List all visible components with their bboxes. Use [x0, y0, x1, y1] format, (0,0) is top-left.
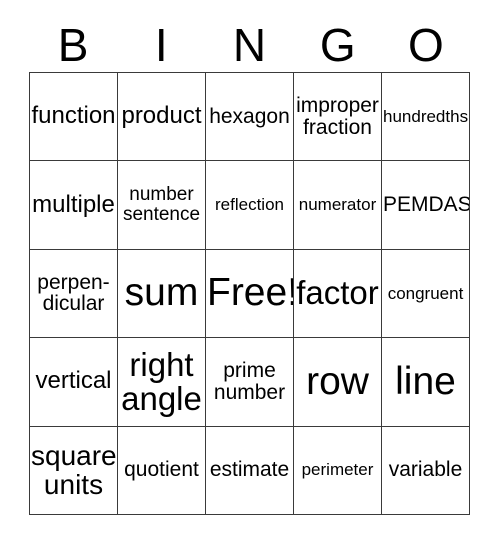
- bingo-cell-label: perimeter: [301, 460, 374, 480]
- bingo-cell[interactable]: multiple: [30, 161, 118, 250]
- bingo-cell[interactable]: factor: [294, 249, 382, 339]
- bingo-cell[interactable]: congruent: [382, 249, 470, 339]
- bingo-cell[interactable]: function: [30, 73, 118, 162]
- bingo-cell[interactable]: PEMDAS: [382, 161, 470, 250]
- bingo-card: B I NGO function product hexagon improper fra…: [0, 0, 500, 544]
- bingo-cell[interactable]: numerator: [294, 161, 382, 250]
- bingo-grid: function product hexagon improper fraction h…: [29, 72, 470, 515]
- bingo-header-letter-i: I: [154, 19, 168, 71]
- bingo-cell-label: vertical: [35, 367, 112, 395]
- bingo-cell[interactable]: improper fraction: [294, 73, 382, 162]
- bingo-cell[interactable]: number sentence: [118, 161, 206, 250]
- bingo-header: B I NGO: [29, 8, 470, 72]
- bingo-header-letter-g: G: [319, 19, 356, 71]
- bingo-cell-label: row: [306, 359, 369, 403]
- bingo-cell[interactable]: row: [294, 338, 382, 427]
- bingo-cell[interactable]: right angle: [118, 338, 206, 427]
- bingo-cell[interactable]: square units: [30, 426, 118, 515]
- bingo-header-letter-b: B: [57, 19, 89, 71]
- bingo-cell[interactable]: prime number: [206, 338, 294, 427]
- bingo-cell-label: function: [31, 102, 116, 130]
- bingo-cell-label: estimate: [209, 458, 290, 482]
- bingo-cell[interactable]: perpen- dicular: [30, 249, 118, 339]
- bingo-cell[interactable]: perimeter: [294, 426, 382, 515]
- bingo-cell[interactable]: sum: [118, 249, 206, 339]
- bingo-cell[interactable]: estimate: [206, 426, 294, 515]
- bingo-cell-label: square units: [31, 440, 117, 501]
- bingo-header-letter-n: N: [232, 19, 267, 71]
- bingo-cell[interactable]: vertical: [30, 338, 118, 427]
- bingo-cell-label: hexagon: [209, 104, 290, 128]
- bingo-cell-label: number sentence: [122, 184, 201, 226]
- bingo-cell[interactable]: product: [118, 73, 206, 162]
- bingo-cell-label: right angle: [121, 345, 202, 417]
- bingo-cell-label: reflection: [215, 195, 284, 215]
- bingo-cell-label: prime number: [213, 359, 286, 404]
- bingo-cell-label: factor: [296, 274, 379, 312]
- bingo-cell[interactable]: variable: [382, 426, 470, 515]
- bingo-cell[interactable]: reflection: [206, 161, 294, 250]
- bingo-cell[interactable]: hexagon: [206, 73, 294, 162]
- bingo-cell-label: congruent: [387, 283, 464, 303]
- bingo-cell-label: quotient: [124, 458, 199, 482]
- bingo-cell-label: numerator: [298, 195, 377, 215]
- bingo-cell[interactable]: Free!: [206, 249, 294, 339]
- bingo-cell-label: perpen- dicular: [37, 270, 110, 316]
- bingo-cell[interactable]: hundredths: [382, 73, 470, 162]
- bingo-cell-label: variable: [388, 458, 463, 482]
- bingo-cell-label: improper fraction: [296, 93, 379, 139]
- bingo-cell-label: product: [121, 102, 202, 130]
- bingo-cell-label: Free!: [207, 271, 294, 315]
- bingo-header-letter-o: O: [408, 19, 444, 71]
- bingo-cell[interactable]: quotient: [118, 426, 206, 515]
- bingo-cell[interactable]: line: [382, 338, 470, 427]
- bingo-cell-label: line: [395, 359, 456, 403]
- bingo-cell-label: sum: [124, 271, 199, 315]
- bingo-cell-label: PEMDAS: [383, 193, 470, 217]
- bingo-cell-label: multiple: [32, 190, 115, 218]
- bingo-cell-label: hundredths: [383, 106, 469, 126]
